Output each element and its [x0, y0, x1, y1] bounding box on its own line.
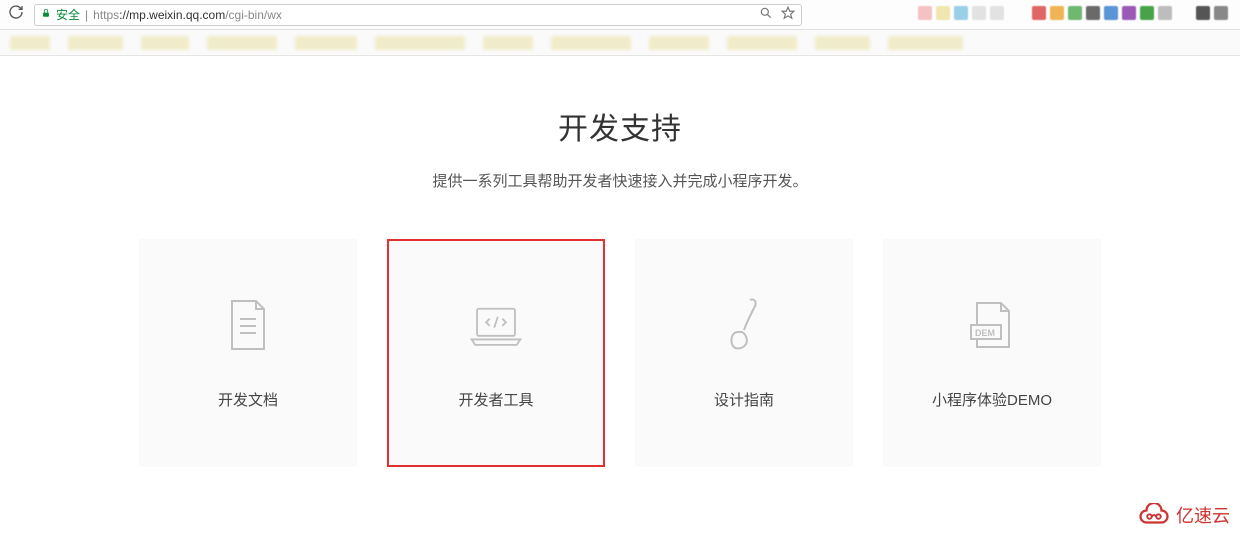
- bookmark-item[interactable]: [207, 36, 277, 50]
- bookmark-item[interactable]: [551, 36, 631, 50]
- bookmark-item[interactable]: [68, 36, 123, 50]
- card-label: 开发者工具: [458, 389, 533, 410]
- bookmarks-bar: [0, 30, 1240, 56]
- card-label: 开发文档: [218, 389, 278, 410]
- url-input[interactable]: 安全 | https://mp.weixin.qq.com/cgi-bin/wx: [34, 4, 802, 26]
- brush-icon: [716, 297, 772, 353]
- watermark-text: 亿速云: [1176, 502, 1230, 528]
- browser-address-bar: 安全 | https://mp.weixin.qq.com/cgi-bin/wx: [0, 0, 1240, 30]
- svg-text:DEM: DEM: [975, 328, 995, 338]
- page-subtitle: 提供一系列工具帮助开发者快速接入并完成小程序开发。: [0, 170, 1240, 191]
- bookmark-item[interactable]: [815, 36, 870, 50]
- bookmark-item[interactable]: [649, 36, 709, 50]
- demo-icon: DEM: [964, 297, 1020, 353]
- laptop-code-icon: [468, 297, 524, 353]
- magnify-icon[interactable]: [759, 6, 773, 23]
- page-content: 开发支持 提供一系列工具帮助开发者快速接入并完成小程序开发。 开发文档: [0, 56, 1240, 467]
- bookmark-item[interactable]: [727, 36, 797, 50]
- document-icon: [220, 297, 276, 353]
- cards-row: 开发文档 开发者工具 设计指南: [0, 239, 1240, 467]
- url-separator: |: [85, 8, 88, 22]
- bookmark-item[interactable]: [375, 36, 465, 50]
- star-icon[interactable]: [781, 6, 795, 23]
- bookmark-item[interactable]: [10, 36, 50, 50]
- bookmark-item[interactable]: [483, 36, 533, 50]
- url-text: https://mp.weixin.qq.com/cgi-bin/wx: [93, 8, 282, 22]
- watermark: 亿速云: [1136, 502, 1230, 528]
- watermark-logo-icon: [1136, 503, 1172, 527]
- lock-icon: [41, 7, 51, 22]
- bookmark-item[interactable]: [295, 36, 357, 50]
- secure-label: 安全: [56, 6, 80, 23]
- card-dev-tools[interactable]: 开发者工具: [387, 239, 605, 467]
- card-label: 小程序体验DEMO: [932, 389, 1052, 410]
- card-dev-docs[interactable]: 开发文档: [139, 239, 357, 467]
- card-demo[interactable]: DEM 小程序体验DEMO: [883, 239, 1101, 467]
- card-design-guide[interactable]: 设计指南: [635, 239, 853, 467]
- bookmark-item[interactable]: [141, 36, 189, 50]
- card-label: 设计指南: [714, 389, 774, 410]
- reload-icon[interactable]: [4, 4, 28, 25]
- extension-icons: [918, 6, 1228, 20]
- bookmark-item[interactable]: [888, 36, 963, 50]
- page-title: 开发支持: [0, 104, 1240, 148]
